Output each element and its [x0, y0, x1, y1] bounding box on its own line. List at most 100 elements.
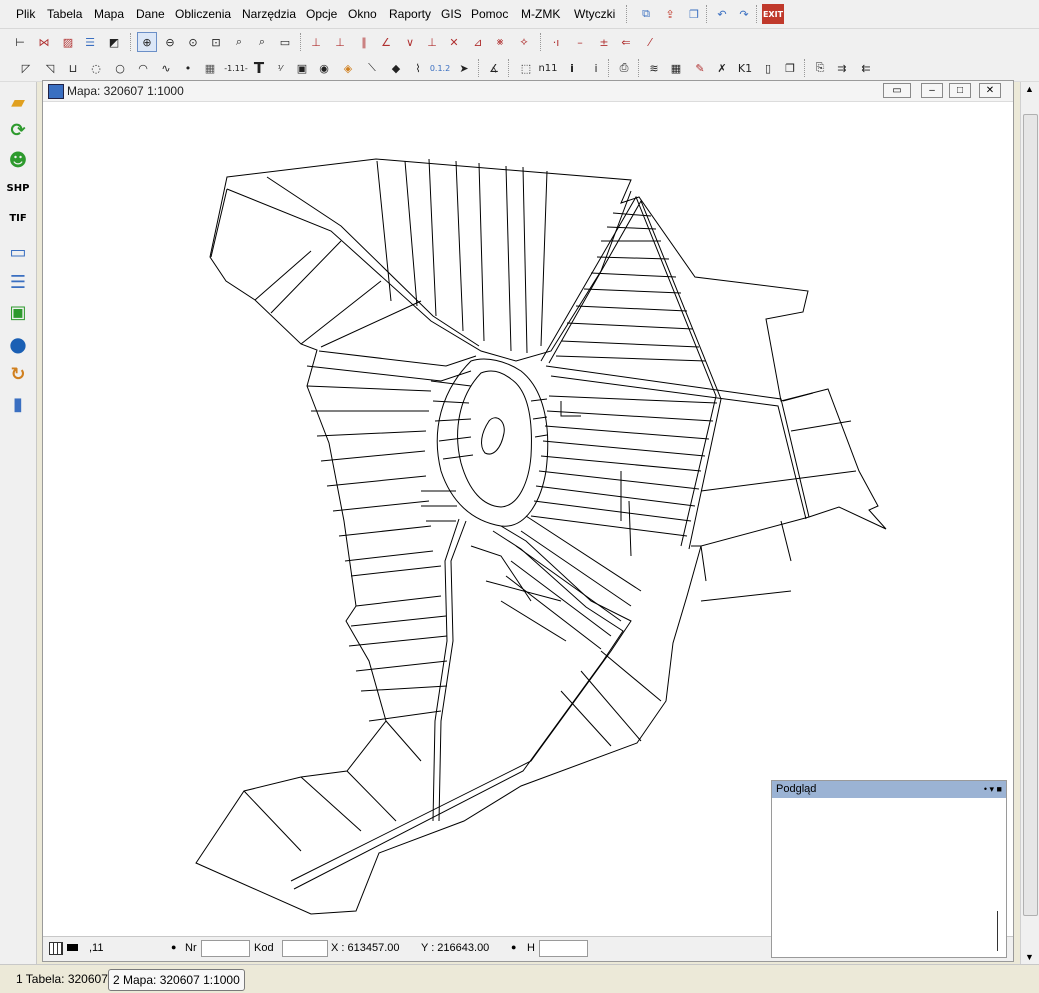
layers-icon[interactable]: ≋ — [644, 58, 664, 78]
polyline-icon[interactable]: ⌇ — [408, 58, 428, 78]
info-icon[interactable]: i — [562, 58, 582, 78]
open-folder-icon[interactable]: ▰ — [6, 90, 30, 114]
zoom-in-icon[interactable]: ⊕ — [137, 32, 157, 52]
nr-field[interactable] — [201, 940, 250, 957]
exit-icon[interactable]: EXIT — [762, 4, 784, 24]
shield-symbol-icon[interactable]: ◉ — [314, 58, 334, 78]
curve-icon[interactable]: ∿ — [156, 58, 176, 78]
tools-icon[interactable]: ✗ — [712, 58, 732, 78]
table-lines-icon[interactable]: ☰ — [80, 32, 100, 52]
info-list-icon[interactable]: ⅰ — [586, 58, 606, 78]
grid-table-icon[interactable]: ▦ — [666, 58, 686, 78]
redo-icon[interactable]: ↷ — [734, 4, 754, 24]
dimension-icon[interactable]: -1.11- — [223, 58, 249, 78]
device-icon[interactable]: ▮ — [6, 392, 30, 416]
kod-field[interactable] — [282, 940, 328, 957]
undo-icon[interactable]: ↶ — [712, 4, 732, 24]
color-swatch-icon[interactable] — [67, 944, 78, 951]
point-icon[interactable]: • — [178, 58, 198, 78]
pages-icon[interactable]: ❐ — [780, 58, 800, 78]
vertex-icon[interactable]: ∨ — [400, 32, 420, 52]
menu-wtyczki[interactable]: Wtyczki — [574, 7, 615, 21]
shp-export-icon[interactable]: SHP — [6, 176, 30, 200]
diamond-icon[interactable]: ◆ — [386, 58, 406, 78]
grid-toggle-icon[interactable] — [49, 942, 63, 955]
select-arrow-icon[interactable]: ➤ — [454, 58, 474, 78]
tab-tabela[interactable]: 1 Tabela: 320607 — [12, 969, 112, 989]
menu-plik[interactable]: Plik — [16, 7, 35, 21]
merge-icon[interactable]: ⟡ — [514, 32, 534, 52]
circle-dashed-icon[interactable]: ◌ — [86, 58, 106, 78]
print-icon[interactable]: ⎙ — [614, 58, 634, 78]
tab-mapa[interactable]: 2 Mapa: 320607 1:1000 — [108, 969, 245, 991]
arc-icon[interactable]: ◠ — [133, 58, 153, 78]
polygon-tool-icon[interactable]: ◸ — [16, 58, 36, 78]
zoom-extent-icon[interactable]: ⊙ — [183, 32, 203, 52]
import-object-icon[interactable]: ⇇ — [856, 58, 876, 78]
menu-mapa[interactable]: Mapa — [94, 7, 124, 21]
preview-menu-icon[interactable]: • ▾ ■ — [984, 781, 1002, 798]
line-cross-icon[interactable]: ± — [594, 32, 614, 52]
measure-angle-icon[interactable]: ∡ — [484, 58, 504, 78]
image-icon[interactable]: ▣ — [6, 300, 30, 324]
angle-icon[interactable]: ∠ — [376, 32, 396, 52]
media-icon[interactable]: ▣ — [292, 58, 312, 78]
line-tool-icon[interactable]: ⊢ — [10, 32, 30, 52]
fill-black-icon[interactable]: ◩ — [104, 32, 124, 52]
zoom-previous-icon[interactable]: ⌕ — [229, 32, 249, 52]
export-icon[interactable]: ⇪ — [660, 4, 680, 24]
page-icon[interactable]: ▯ — [758, 58, 778, 78]
scroll-up-icon[interactable]: ▲ — [1025, 84, 1034, 94]
zoom-out-icon[interactable]: ⊖ — [160, 32, 180, 52]
open-rect-icon[interactable]: ⊔ — [63, 58, 83, 78]
zoom-next-icon[interactable]: ⌕ — [252, 32, 272, 52]
text-tool-icon[interactable]: T — [249, 58, 269, 78]
menu-okno[interactable]: Okno — [348, 7, 377, 21]
hatch-line-icon[interactable]: ⊿ — [468, 32, 488, 52]
copy-window-icon[interactable]: ❐ — [684, 4, 704, 24]
numbering-icon[interactable]: 0.1.2 — [430, 58, 450, 78]
parallel-icon[interactable]: ∥ — [354, 32, 374, 52]
select-rect-icon[interactable]: ⬚ — [516, 58, 536, 78]
rotate-icon[interactable]: ↻ — [6, 362, 30, 386]
tif-export-icon[interactable]: TIF — [6, 206, 30, 230]
perpendicular-icon[interactable]: ⊥ — [306, 32, 326, 52]
hatch-icon[interactable]: ▨ — [58, 32, 78, 52]
h-field[interactable] — [539, 940, 588, 957]
split-icon[interactable]: ⨳ — [490, 32, 510, 52]
globe-icon[interactable]: ● — [6, 332, 30, 356]
menu-tabela[interactable]: Tabela — [47, 7, 82, 21]
copy-object-icon[interactable]: ⎘ — [810, 58, 830, 78]
menu-opcje[interactable]: Opcje — [306, 7, 337, 21]
close-button[interactable]: ✕ — [979, 83, 1001, 98]
scroll-thumb[interactable] — [1023, 114, 1038, 916]
zoom-window-icon[interactable]: ⊡ — [206, 32, 226, 52]
refresh-folder-icon[interactable]: ⟳ — [6, 118, 30, 142]
slash-icon[interactable]: ⁄ — [640, 32, 660, 52]
list-icon[interactable]: ☰ — [6, 270, 30, 294]
minimize-button[interactable]: – — [921, 83, 943, 98]
point-number-icon[interactable]: n11 — [538, 58, 558, 78]
menu-obliczenia[interactable]: Obliczenia — [175, 7, 231, 21]
k1-icon[interactable]: K1 — [734, 58, 756, 78]
export-object-icon[interactable]: ⇉ — [832, 58, 852, 78]
menu-mzmk[interactable]: M-ZMK — [521, 7, 560, 21]
menu-raporty[interactable]: Raporty — [389, 7, 431, 21]
maximize-button[interactable]: □ — [949, 83, 971, 98]
fill-bucket-icon[interactable]: ◈ — [338, 58, 358, 78]
polygon-open-icon[interactable]: ◹ — [40, 58, 60, 78]
scroll-down-icon[interactable]: ▼ — [1025, 952, 1034, 962]
arrow-back-icon[interactable]: ⇐ — [616, 32, 636, 52]
base-perp-icon[interactable]: ⊥ — [422, 32, 442, 52]
user-icon[interactable]: ☻ — [6, 148, 30, 172]
diagonal-line-icon[interactable]: ⟍ — [362, 58, 382, 78]
gradient-icon[interactable]: ▦ — [200, 58, 220, 78]
vertical-scrollbar[interactable]: ▲ ▼ — [1020, 82, 1039, 964]
cascade-windows-icon[interactable]: ⧉ — [636, 4, 656, 24]
window-icon[interactable]: ▭ — [6, 240, 30, 264]
fraction-text-icon[interactable]: ⅟ — [270, 58, 290, 78]
menu-dane[interactable]: Dane — [136, 7, 165, 21]
intersect-icon[interactable]: ✕ — [444, 32, 464, 52]
arc-tool-icon[interactable]: ⋈ — [34, 32, 54, 52]
menu-pomoc[interactable]: Pomoc — [471, 7, 508, 21]
